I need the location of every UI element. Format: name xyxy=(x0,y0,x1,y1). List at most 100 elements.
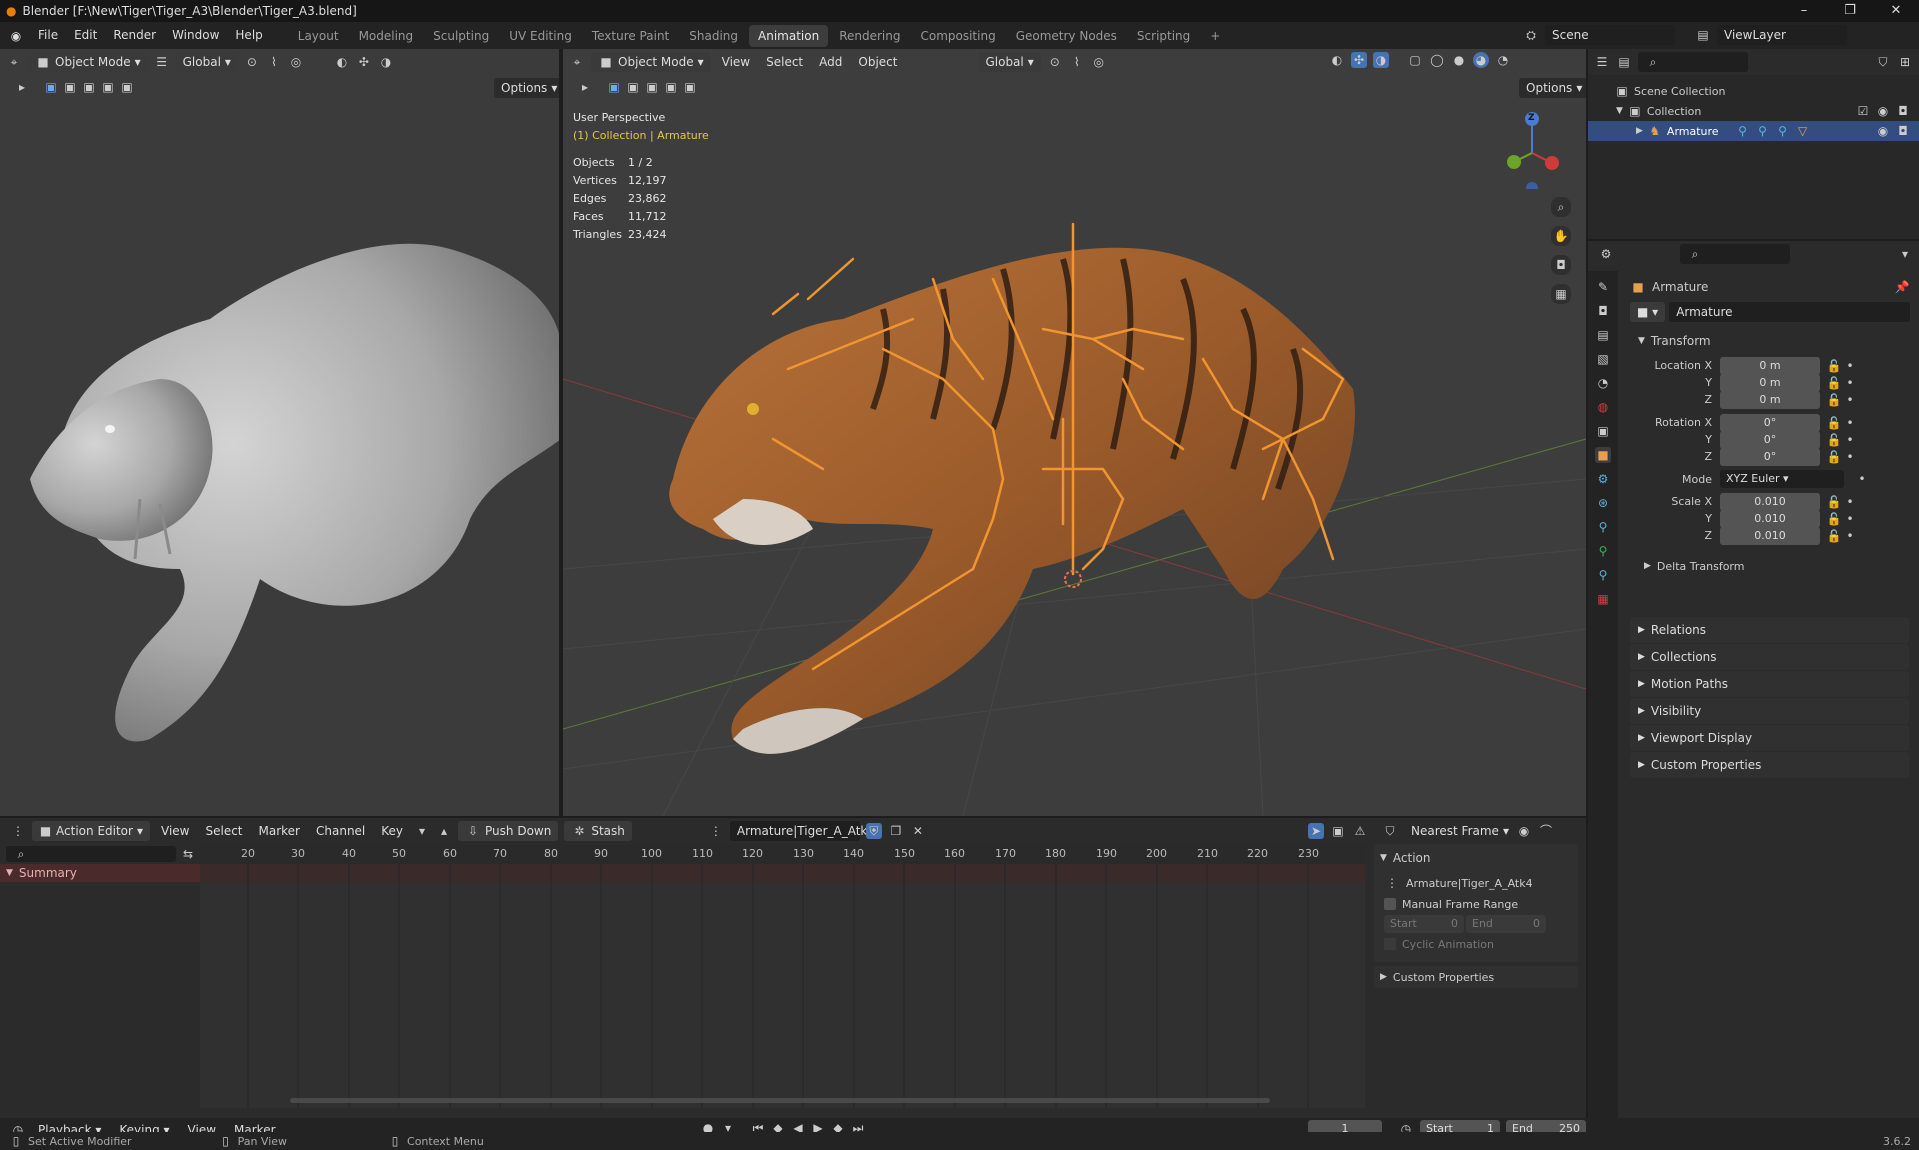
lock-icon[interactable]: 🔓 xyxy=(1826,449,1842,465)
dopesheet-area[interactable]: 20 30 40 50 60 70 80 90 100 110 120 130 … xyxy=(200,844,1365,1108)
only-selected-icon[interactable]: ➤ xyxy=(1308,823,1324,839)
keyframe-dot-icon[interactable]: • xyxy=(1842,432,1858,448)
close-window-button[interactable]: ✕ xyxy=(1873,0,1919,22)
add-workspace-button[interactable]: + xyxy=(1201,25,1229,47)
chevron-down-icon[interactable]: ▾ xyxy=(1897,246,1913,262)
xray-icon[interactable]: ▢ xyxy=(1407,52,1423,68)
keyframe-dot-icon[interactable]: • xyxy=(1842,392,1858,408)
overlay-icon[interactable]: ◑ xyxy=(1373,52,1389,68)
viewport-menu-add[interactable]: Add xyxy=(814,52,847,72)
menu-help[interactable]: Help xyxy=(227,22,270,49)
outliner-scene-collection[interactable]: ▣ Scene Collection xyxy=(1588,81,1919,101)
tab-geometry-nodes[interactable]: Geometry Nodes xyxy=(1007,25,1126,47)
main-options-button[interactable]: Options ▾ xyxy=(1519,78,1586,98)
lock-icon[interactable]: 🔓 xyxy=(1826,432,1842,448)
tab-compositing[interactable]: Compositing xyxy=(911,25,1004,47)
menu-edit[interactable]: Edit xyxy=(66,22,105,49)
visibility-icon[interactable]: ◐ xyxy=(1329,52,1345,68)
tab-modeling[interactable]: Modeling xyxy=(350,25,423,47)
output-tab-icon[interactable]: ▤ xyxy=(1595,327,1611,343)
pin-icon[interactable]: 📌 xyxy=(1894,279,1910,295)
push-down-button[interactable]: ⇩ Push Down xyxy=(458,821,559,841)
viewport-display-panel[interactable]: ▶ Viewport Display xyxy=(1630,725,1909,751)
main-orientation-selector[interactable]: Global ▾ xyxy=(978,52,1041,72)
tab-uv-editing[interactable]: UV Editing xyxy=(500,25,581,47)
show-hidden-icon[interactable]: ▣ xyxy=(1330,823,1346,839)
data-tab-icon[interactable]: ⚲ xyxy=(1595,567,1611,583)
proportional-edit-icon[interactable]: ◎ xyxy=(1091,54,1107,70)
select-tool-icon[interactable]: ▸ xyxy=(577,79,593,95)
summary-channel[interactable]: ▼ Summary xyxy=(0,864,200,882)
lock-icon[interactable]: 🔓 xyxy=(1826,494,1842,510)
action-panel-header[interactable]: ▼ Action xyxy=(1374,848,1578,868)
action-menu-view[interactable]: View xyxy=(156,821,194,841)
rotation-mode-selector[interactable]: XYZ Euler ▾ xyxy=(1720,470,1844,488)
falloff-icon[interactable]: ⌒ xyxy=(1538,823,1554,839)
tool-tab-icon[interactable]: ✎ xyxy=(1595,279,1611,295)
action-menu-key[interactable]: Key xyxy=(376,821,408,841)
select-subtract-icon[interactable]: ▣ xyxy=(644,79,660,95)
main-mode-selector[interactable]: ■ Object Mode ▾ xyxy=(591,52,711,72)
action-editor-mode-selector[interactable]: ■ Action Editor ▾ xyxy=(32,821,150,841)
gizmo-icon[interactable]: ✣ xyxy=(1351,52,1367,68)
action-browse-icon[interactable]: ⋮ xyxy=(708,823,724,839)
action-menu-marker[interactable]: Marker xyxy=(254,821,305,841)
scene-selector[interactable]: Scene xyxy=(1545,25,1675,45)
filter-icon[interactable]: ⛉ xyxy=(1382,823,1398,839)
dopesheet-editor-icon[interactable]: ⋮ xyxy=(10,823,26,839)
shading-solid-icon[interactable]: ● xyxy=(1451,52,1467,68)
expand-arrow-icon[interactable]: ▶ xyxy=(1636,126,1643,136)
collection-tab-icon[interactable]: ▣ xyxy=(1595,423,1611,439)
zoom-icon[interactable]: ⌕ xyxy=(1551,197,1571,217)
display-mode-icon[interactable]: ▤ xyxy=(1616,54,1632,70)
outliner-editor-icon[interactable]: ☰ xyxy=(1594,54,1610,70)
tab-sculpting[interactable]: Sculpting xyxy=(424,25,498,47)
location-x-field[interactable]: 0 m xyxy=(1720,356,1820,375)
world-tab-icon[interactable]: ◍ xyxy=(1595,399,1611,415)
view-layer-icon[interactable]: ▤ xyxy=(1695,27,1711,43)
scale-y-field[interactable]: 0.010 xyxy=(1720,509,1820,528)
custom-properties-panel[interactable]: ▶ Custom Properties xyxy=(1630,752,1909,778)
lock-icon[interactable]: 🔓 xyxy=(1826,392,1842,408)
blender-menu-icon[interactable]: ◉ xyxy=(8,28,24,44)
custom-properties-subpanel[interactable]: ▶ Custom Properties xyxy=(1374,966,1578,988)
render-camera-icon[interactable]: ◘ xyxy=(1895,103,1911,119)
properties-editor-icon[interactable]: ⚙ xyxy=(1598,246,1614,262)
arrow-down-icon[interactable]: ▾ xyxy=(414,823,430,839)
render-camera-icon[interactable]: ◘ xyxy=(1895,123,1911,139)
filter-icon[interactable]: ⛉ xyxy=(1875,54,1891,70)
lock-icon[interactable]: 🔓 xyxy=(1826,375,1842,391)
outliner-collection[interactable]: ▼ ▣ Collection ☑ ◉ ◘ xyxy=(1588,101,1919,121)
viewport-menu-view[interactable]: View xyxy=(717,52,755,72)
new-collection-icon[interactable]: ⊞ xyxy=(1897,54,1913,70)
duplicate-action-icon[interactable]: ❐ xyxy=(888,823,904,839)
keyframe-dot-icon[interactable]: • xyxy=(1854,471,1870,487)
pan-hand-icon[interactable]: ✋ xyxy=(1551,226,1571,246)
lock-icon[interactable]: 🔓 xyxy=(1826,415,1842,431)
action-menu-select[interactable]: Select xyxy=(200,821,247,841)
lock-icon[interactable]: 🔓 xyxy=(1826,511,1842,527)
camera-icon[interactable]: ◘ xyxy=(1551,255,1571,275)
texture-tab-icon[interactable]: ▦ xyxy=(1595,591,1611,607)
channel-search[interactable]: ⌕ xyxy=(6,846,176,862)
viewport-menu-object[interactable]: Object xyxy=(853,52,902,72)
stash-button[interactable]: ✲ Stash xyxy=(564,821,632,841)
swap-icon[interactable]: ⇆ xyxy=(180,846,196,862)
menu-file[interactable]: File xyxy=(30,22,66,49)
editor-type-icon[interactable]: ⌖ xyxy=(569,54,585,70)
keyframe-dot-icon[interactable]: • xyxy=(1842,415,1858,431)
pivot-icon[interactable]: ⊙ xyxy=(1047,54,1063,70)
manual-range-checkbox[interactable]: Manual Frame Range xyxy=(1374,894,1578,914)
motion-paths-panel[interactable]: ▶ Motion Paths xyxy=(1630,671,1909,697)
proportional-edit-icon[interactable]: ◉ xyxy=(1516,823,1532,839)
keyframe-dot-icon[interactable]: • xyxy=(1842,494,1858,510)
scale-x-field[interactable]: 0.010 xyxy=(1720,492,1820,511)
delta-transform-subpanel[interactable]: ▶ Delta Transform xyxy=(1630,554,1910,578)
select-invert-icon[interactable]: ▣ xyxy=(663,79,679,95)
eye-icon[interactable]: ◉ xyxy=(1875,103,1891,119)
perspective-grid-icon[interactable]: ▦ xyxy=(1551,284,1571,304)
collections-panel[interactable]: ▶ Collections xyxy=(1630,644,1909,670)
tab-texture-paint[interactable]: Texture Paint xyxy=(583,25,678,47)
render-tab-icon[interactable]: ◘ xyxy=(1595,303,1611,319)
scene-tab-icon[interactable]: ◔ xyxy=(1595,375,1611,391)
